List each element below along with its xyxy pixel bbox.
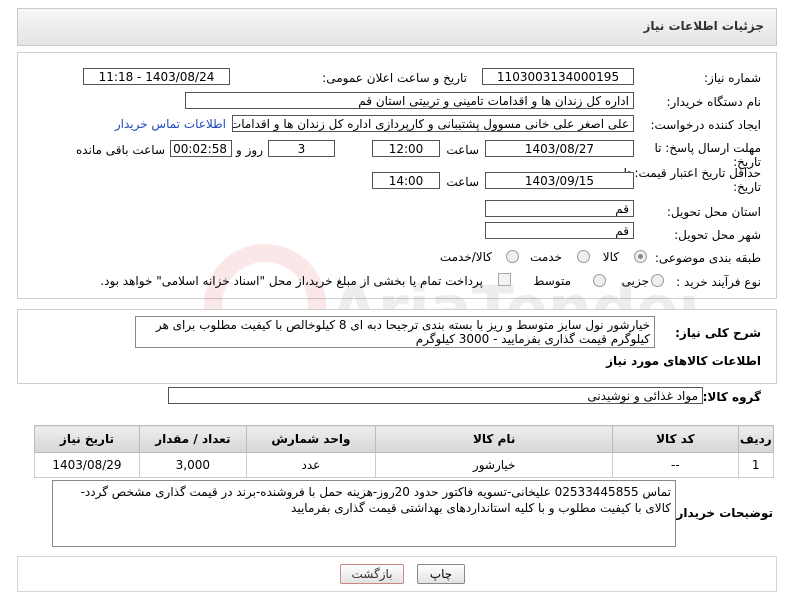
deadline-label: مهلت ارسال پاسخ: تا (654, 141, 761, 155)
goods-section-title: اطلاعات کالاهای مورد نیاز (606, 354, 761, 368)
col-quantity: تعداد / مقدار (138, 425, 247, 453)
cell-unit: عدد (245, 452, 377, 478)
creator-field: علی اصغر علی خانی مسوول پشتیبانی و کارپر… (232, 115, 634, 132)
creator-label: ایجاد کننده درخواست: (650, 118, 761, 132)
goods-group-label: گروه کالا: (702, 390, 761, 404)
cell-quantity: 3,000 (138, 452, 247, 478)
category-goods-label: کالا (602, 250, 619, 264)
city-field: قم (485, 222, 634, 239)
validity-date-field: 1403/09/15 (485, 172, 634, 189)
cell-item-name: خیارشور (375, 452, 614, 478)
category-goods-service-label: کالا/خدمت (439, 250, 492, 264)
description-textarea[interactable]: خیارشور نول سایز متوسط و ریز با بسته بند… (135, 316, 655, 348)
treasury-checkbox[interactable] (498, 273, 511, 286)
cell-need-date: 1403/08/29 (34, 452, 140, 478)
validity-label-date: تاریخ: (733, 180, 761, 194)
buyer-contact-link[interactable]: اطلاعات تماس خریدار (115, 117, 226, 131)
buyer-notes-textarea[interactable]: تماس 02533445855 علیخانی-تسویه فاکتور حد… (52, 480, 676, 547)
description-label: شرح کلی نیاز: (675, 326, 761, 340)
process-radio-medium[interactable] (593, 274, 606, 287)
table-header-row: ردیف کد کالا نام کالا واحد شمارش تعداد /… (34, 425, 774, 453)
cell-item-code: -- (612, 452, 739, 478)
cell-row-number: 1 (737, 452, 774, 478)
process-medium-label: متوسط (533, 274, 571, 288)
days-field: 3 (268, 140, 335, 157)
announce-label: تاریخ و ساعت اعلان عمومی: (322, 71, 467, 85)
page-title: جزئیات اطلاعات نیاز (643, 19, 764, 33)
table-row[interactable]: 1 -- خیارشور عدد 3,000 1403/08/29 (34, 452, 774, 478)
col-need-date: تاریخ نیاز (34, 425, 140, 453)
category-service-label: خدمت (530, 250, 562, 264)
validity-time-label: ساعت (446, 175, 479, 189)
category-radio-goods[interactable] (634, 250, 647, 263)
deadline-time-field: 12:00 (372, 140, 440, 157)
announce-field: 1403/08/24 - 11:18 (83, 68, 230, 85)
buyer-notes-label: توضیحات خریدار: (671, 506, 773, 520)
col-unit: واحد شمارش (245, 425, 377, 453)
goods-group-field: مواد غذائی و نوشیدنی (168, 387, 703, 404)
city-label: شهر محل تحویل: (674, 228, 761, 242)
col-row-number: ردیف (737, 425, 774, 453)
process-radio-minor[interactable] (651, 274, 664, 287)
province-label: استان محل تحویل: (666, 205, 761, 219)
process-minor-label: جزیی (621, 274, 649, 288)
header-panel: جزئیات اطلاعات نیاز (17, 8, 777, 46)
validity-label: حداقل تاریخ اعتبار قیمت: تا (623, 166, 761, 180)
buyer-org-label: نام دستگاه خریدار: (666, 95, 762, 109)
remaining-field: 00:02:58 (170, 140, 232, 157)
deadline-time-label: ساعت (446, 143, 479, 157)
process-label: نوع فرآیند خرید : (676, 275, 761, 289)
remaining-label: ساعت باقی مانده (75, 143, 165, 157)
category-radio-service[interactable] (577, 250, 590, 263)
goods-table: ردیف کد کالا نام کالا واحد شمارش تعداد /… (34, 425, 774, 478)
col-item-code: کد کالا (612, 425, 739, 453)
days-label: روز و (236, 143, 263, 157)
deadline-date-field: 1403/08/27 (485, 140, 634, 157)
treasury-note: پرداخت تمام یا بخشی از مبلغ خرید،از محل … (100, 274, 483, 288)
need-number-field: 1103003134000195 (482, 68, 634, 85)
category-label: طبقه بندی موضوعی: (654, 251, 761, 265)
buyer-org-field: اداره کل زندان ها و اقدامات تامینی و ترب… (185, 92, 634, 109)
back-button[interactable]: بازگشت (340, 564, 404, 584)
col-item-name: نام کالا (375, 425, 614, 453)
validity-time-field: 14:00 (372, 172, 440, 189)
need-number-label: شماره نیاز: (704, 71, 761, 85)
category-radio-goods-service[interactable] (506, 250, 519, 263)
province-field: قم (485, 200, 634, 217)
print-button[interactable]: چاپ (417, 564, 465, 584)
